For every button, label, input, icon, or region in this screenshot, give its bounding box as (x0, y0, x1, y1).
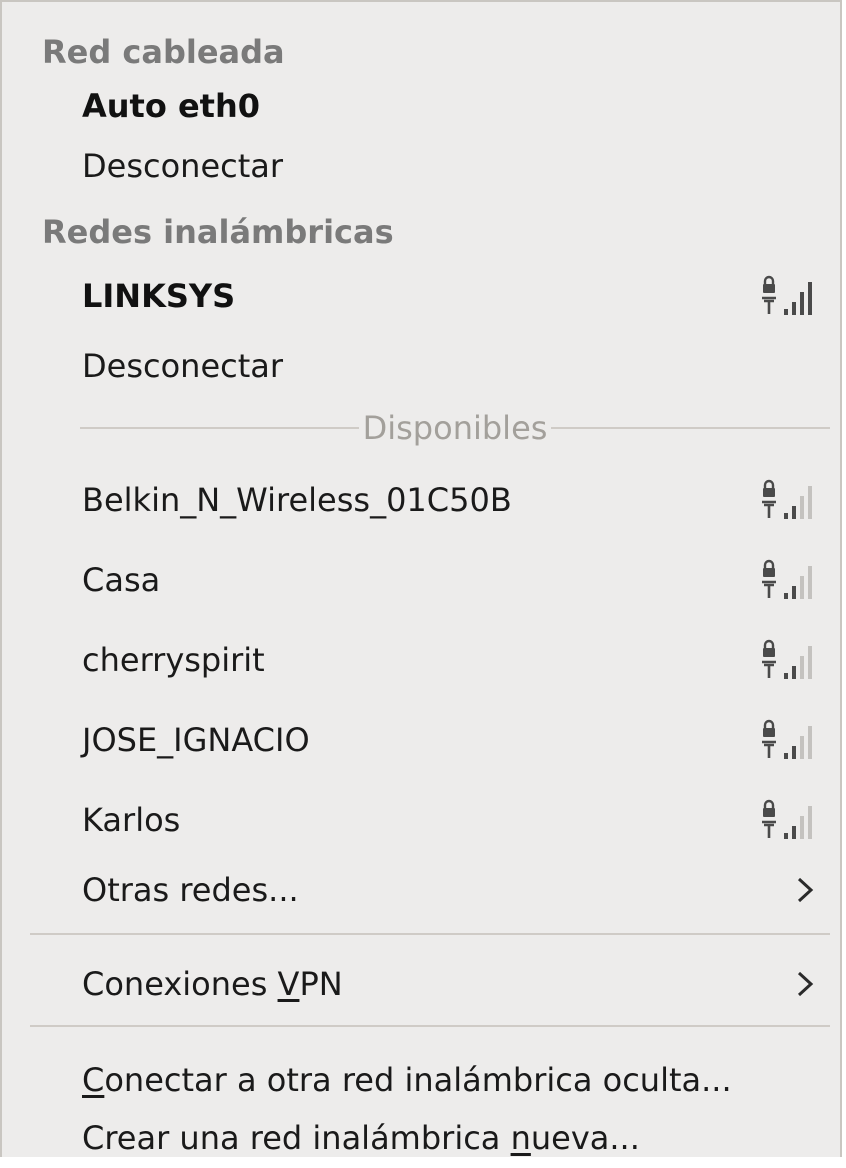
vpn-connections-label: Conexiones VPN (82, 965, 794, 1003)
available-label: Disponibles (362, 409, 548, 447)
vpn-label-end: PN (299, 965, 343, 1003)
wireless-disconnect-label: Desconectar (82, 347, 284, 385)
menu-separator (30, 933, 830, 935)
create-new-network-label: Crear una red inalámbrica nueva... (82, 1119, 820, 1157)
wired-section-header: Red cableada (2, 22, 840, 82)
wired-disconnect-label: Desconectar (82, 147, 284, 185)
separator-line-left (80, 427, 359, 429)
other-networks-item[interactable]: Otras redes... (2, 860, 840, 920)
separator-line-right (551, 427, 831, 429)
network-item[interactable]: Casa (2, 550, 840, 610)
wireless-header-label: Redes inalámbricas (42, 213, 394, 251)
secure-signal-low-icon (760, 479, 812, 520)
vpn-connections-item[interactable]: Conexiones VPN (2, 954, 840, 1014)
connect-hidden-network-item[interactable]: Conectar a otra red inalámbrica oculta..… (2, 1050, 840, 1110)
new-network-label-start: Crear una red inalámbrica (82, 1119, 511, 1157)
network-name: cherryspirit (82, 641, 265, 679)
chevron-right-icon (797, 971, 814, 997)
secure-signal-low-icon (760, 559, 812, 600)
wired-connection-item[interactable]: Auto eth0 (2, 76, 840, 136)
network-name: Karlos (82, 801, 181, 839)
wireless-disconnect-item[interactable]: Desconectar (2, 336, 840, 396)
new-network-label-end: ueva... (530, 1119, 640, 1157)
vpn-mnemonic: V (277, 965, 300, 1003)
available-separator: Disponibles (80, 404, 831, 452)
wired-connection-label: Auto eth0 (82, 87, 261, 125)
network-item[interactable]: Karlos (2, 790, 840, 850)
menu-separator (30, 1025, 830, 1027)
wired-disconnect-item[interactable]: Desconectar (2, 136, 840, 196)
new-network-mnemonic: n (510, 1119, 531, 1157)
other-networks-label: Otras redes... (82, 871, 299, 909)
network-name: JOSE_IGNACIO (82, 721, 310, 759)
secure-signal-low-icon (760, 719, 812, 760)
secure-signal-low-icon (760, 799, 812, 840)
network-item[interactable]: cherryspirit (2, 630, 840, 690)
vpn-label-start: Conexiones (82, 965, 278, 1003)
hidden-network-mnemonic: C (82, 1061, 105, 1099)
wireless-section-header: Redes inalámbricas (2, 202, 840, 262)
chevron-right-icon (797, 877, 814, 903)
network-name: Belkin_N_Wireless_01C50B (82, 481, 512, 519)
hidden-network-label-end: onectar a otra red inalámbrica oculta... (104, 1061, 732, 1099)
secure-signal-full-icon (760, 275, 812, 316)
wired-header-label: Red cableada (42, 33, 285, 71)
active-network-item[interactable]: LINKSYS (2, 266, 840, 326)
network-menu: Red cableada Auto eth0 Desconectar Redes… (0, 0, 842, 1157)
network-item[interactable]: Belkin_N_Wireless_01C50B (2, 470, 840, 530)
connect-hidden-network-label: Conectar a otra red inalámbrica oculta..… (82, 1061, 820, 1099)
active-network-label: LINKSYS (82, 277, 236, 315)
network-name: Casa (82, 561, 161, 599)
create-new-network-item[interactable]: Crear una red inalámbrica nueva... (2, 1108, 840, 1168)
secure-signal-low-icon (760, 639, 812, 680)
network-item[interactable]: JOSE_IGNACIO (2, 710, 840, 770)
